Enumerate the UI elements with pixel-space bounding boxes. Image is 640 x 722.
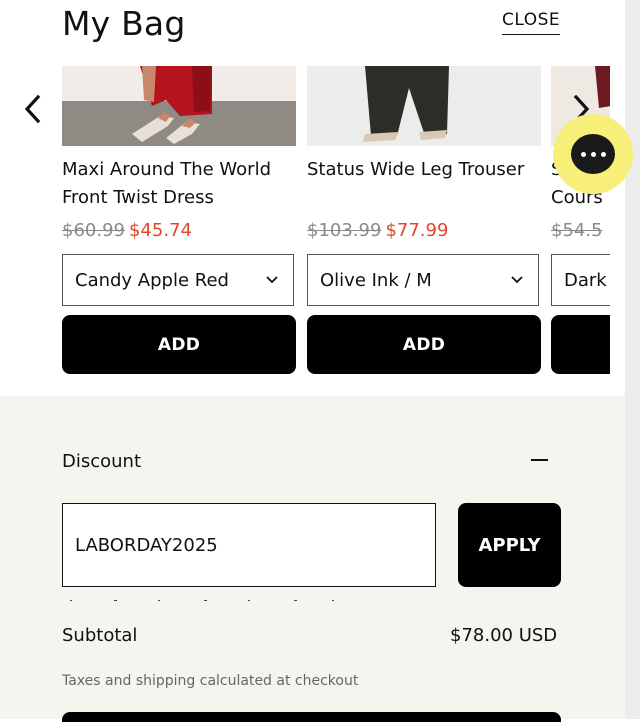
collapse-icon[interactable] <box>531 459 548 461</box>
subtotal-value: $78.00 USD <box>450 625 558 646</box>
discount-heading: Discount <box>62 451 142 472</box>
add-to-bag-button[interactable]: ADD <box>62 315 296 374</box>
cart-summary: Discount APPLY Subtotal $78.00 USD Taxes… <box>0 396 625 722</box>
add-to-bag-button[interactable]: ADD <box>307 315 541 374</box>
variant-value: Dark <box>564 269 607 291</box>
page-edge <box>625 0 640 719</box>
variant-value: Olive Ink / M <box>320 269 432 291</box>
sale-price: $77.99 <box>385 220 449 241</box>
variant-select[interactable]: Dark <box>551 254 610 306</box>
product-price: $54.5 <box>551 220 603 241</box>
subtotal-label: Subtotal <box>62 625 138 646</box>
product-name[interactable]: Maxi Around The World Front Twist Dress <box>62 156 302 212</box>
chevron-down-icon <box>511 276 523 284</box>
discount-code-input[interactable] <box>62 503 436 587</box>
chevron-down-icon <box>266 276 278 284</box>
chat-bubble-icon <box>571 134 615 174</box>
chat-button[interactable] <box>553 114 633 194</box>
recommendations-carousel: Maxi Around The World Front Twist Dress … <box>0 66 610 396</box>
apply-discount-button[interactable]: APPLY <box>458 503 561 587</box>
discount-hint-text <box>62 591 362 601</box>
checkout-button[interactable] <box>62 712 561 722</box>
close-button[interactable]: CLOSE <box>502 10 561 35</box>
page-title: My Bag <box>62 4 186 43</box>
product-price: $60.99 $45.74 <box>62 220 192 241</box>
product-name[interactable]: Status Wide Leg Trouser <box>307 156 547 184</box>
product-image[interactable] <box>62 66 296 146</box>
product-price: $103.99 $77.99 <box>307 220 448 241</box>
tax-note: Taxes and shipping calculated at checkou… <box>62 673 359 689</box>
product-image[interactable] <box>307 66 541 146</box>
variant-select[interactable]: Olive Ink / M <box>307 254 539 306</box>
chevron-left-icon[interactable] <box>22 94 44 124</box>
sale-price: $45.74 <box>128 220 192 241</box>
original-price: $54.5 <box>551 220 603 241</box>
original-price: $60.99 <box>62 220 125 241</box>
original-price: $103.99 <box>307 220 382 241</box>
add-to-bag-button[interactable] <box>551 315 610 374</box>
variant-select[interactable]: Candy Apple Red <box>62 254 294 306</box>
variant-value: Candy Apple Red <box>75 269 229 291</box>
